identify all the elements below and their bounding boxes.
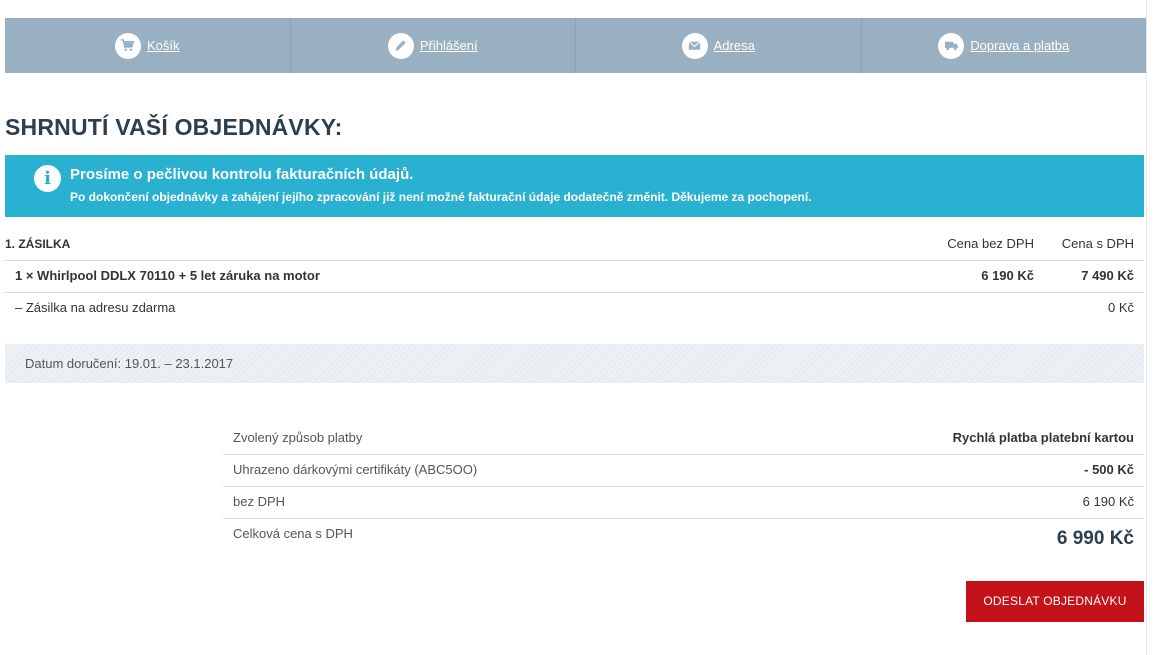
summary-row-payment: Zvolený způsob platby Rychlá platba plat…	[223, 423, 1144, 455]
item-name: – Zásilka na adresu zdarma	[15, 300, 176, 315]
voucher-label: Uhrazeno dárkovými certifikáty (ABC5OO)	[233, 462, 478, 477]
summary-row-total: Celková cena s DPH 6 990 Kč	[223, 519, 1144, 563]
step-login[interactable]: Přihlášení	[291, 18, 576, 73]
step-cart[interactable]: Košík	[5, 18, 291, 73]
info-text: Po dokončení objednávky a zahájení jejíh…	[70, 190, 812, 204]
table-row: – Zásilka na adresu zdarma 0 Kč	[5, 293, 1144, 325]
info-title: Prosíme o pečlivou kontrolu fakturačních…	[70, 166, 414, 183]
scrollbar[interactable]	[1146, 0, 1159, 655]
payment-value: Rychlá platba platební kartou	[952, 430, 1134, 445]
shipment-title: 1. ZÁSILKA	[5, 237, 71, 251]
column-header-ex-vat: Cena bez DPH	[947, 236, 1034, 251]
step-label[interactable]: Doprava a platba	[970, 38, 1069, 53]
item-price-inc-vat: 7 490 Kč	[1081, 268, 1134, 283]
envelope-icon	[681, 32, 708, 59]
delivery-date: Datum doručení: 19.01. – 23.1.2017	[5, 344, 1144, 383]
cart-icon	[114, 32, 141, 59]
step-label[interactable]: Košík	[147, 38, 180, 53]
step-address[interactable]: Adresa	[576, 18, 862, 73]
truck-icon	[938, 32, 965, 59]
step-label[interactable]: Přihlášení	[420, 38, 478, 53]
step-shipping-payment[interactable]: Doprava a platba	[862, 18, 1147, 73]
table-row: 1 × Whirlpool DDLX 70110 + 5 let záruka …	[5, 261, 1144, 293]
total-label: Celková cena s DPH	[233, 526, 353, 541]
submit-order-button[interactable]: ODESLAT OBJEDNÁVKU	[966, 581, 1144, 622]
ex-vat-label: bez DPH	[233, 494, 286, 509]
item-price-inc-vat: 0 Kč	[1107, 300, 1134, 315]
info-icon: i	[34, 165, 61, 192]
item-price-ex-vat: 6 190 Kč	[981, 268, 1034, 283]
summary-row-ex-vat: bez DPH 6 190 Kč	[223, 487, 1144, 519]
pencil-icon	[387, 32, 414, 59]
ex-vat-value: 6 190 Kč	[1082, 494, 1134, 509]
total-value: 6 990 Kč	[1056, 528, 1134, 549]
checkout-steps: Košík Přihlášení Adresa Doprava a platba	[5, 18, 1146, 73]
payment-label: Zvolený způsob platby	[233, 430, 363, 445]
order-summary: Zvolený způsob platby Rychlá platba plat…	[223, 423, 1144, 563]
shipment-header: 1. ZÁSILKA Cena bez DPH Cena s DPH	[5, 230, 1144, 261]
shipment-table: 1. ZÁSILKA Cena bez DPH Cena s DPH 1 × W…	[5, 230, 1144, 325]
summary-row-voucher: Uhrazeno dárkovými certifikáty (ABC5OO) …	[223, 455, 1144, 487]
step-label[interactable]: Adresa	[714, 38, 755, 53]
info-banner: i Prosíme o pečlivou kontrolu fakturační…	[5, 155, 1144, 217]
item-name: 1 × Whirlpool DDLX 70110 + 5 let záruka …	[15, 268, 320, 283]
voucher-value: - 500 Kč	[1084, 462, 1134, 477]
column-header-inc-vat: Cena s DPH	[1061, 236, 1134, 251]
page-title: SHRNUTÍ VAŠÍ OBJEDNÁVKY:	[5, 114, 343, 140]
